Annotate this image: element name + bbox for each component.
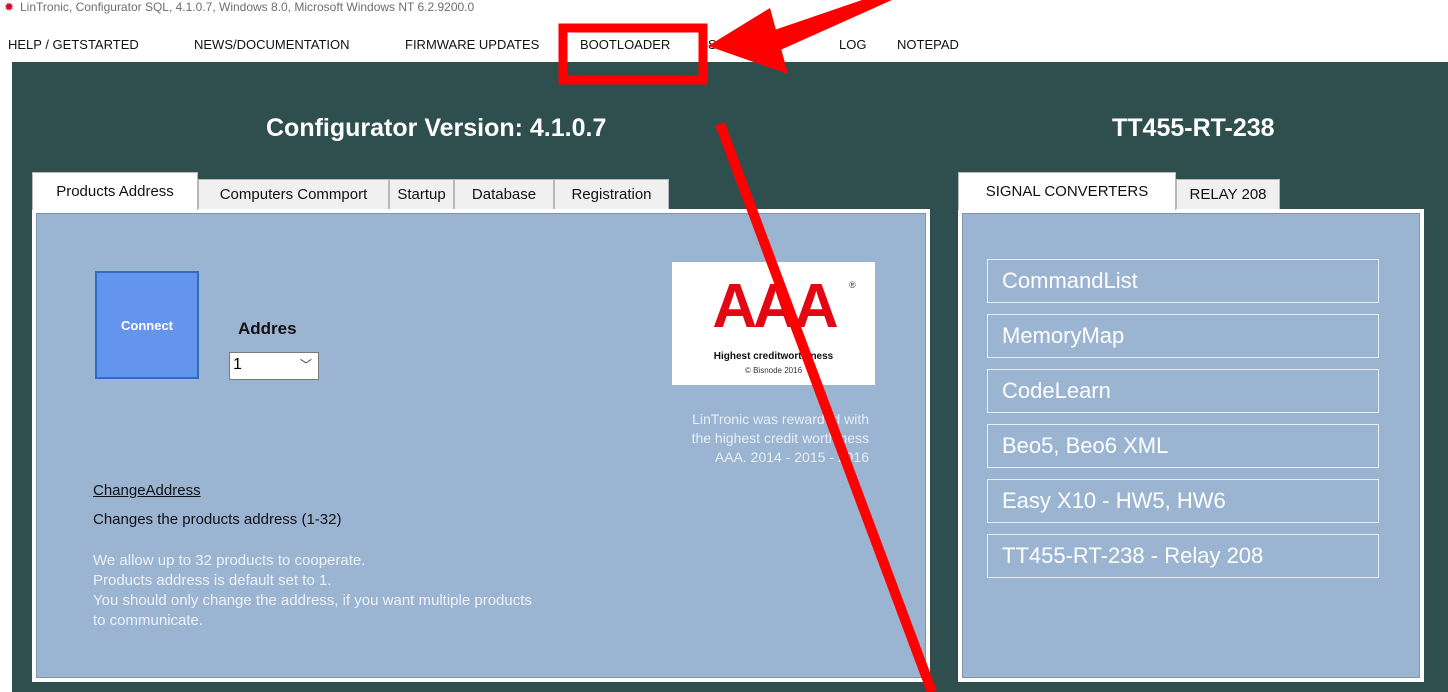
codelearn-button[interactable]: CodeLearn — [987, 369, 1379, 413]
aaa-rating-logo: AAA ® Highest creditworthiness © Bisnode… — [672, 262, 875, 385]
change-address-link[interactable]: ChangeAddress — [93, 482, 201, 499]
connect-button[interactable]: Connect — [95, 271, 199, 379]
registered-mark: ® — [849, 280, 856, 290]
award-line: AAA. 2014 - 2015 - 2016 — [714, 449, 869, 465]
device-title-heading: TT455-RT-238 — [1112, 114, 1275, 142]
window-title: LinTronic, Configurator SQL, 4.1.0.7, Wi… — [20, 0, 475, 14]
beo5-beo6-xml-button[interactable]: Beo5, Beo6 XML — [987, 424, 1379, 468]
menu-notepad[interactable]: NOTEPAD — [897, 37, 959, 52]
menu-bar: HELP / GETSTARTED NEWS/DOCUMENTATION FIR… — [0, 34, 1448, 62]
tab-relay-208[interactable]: RELAY 208 — [1176, 179, 1280, 209]
aaa-caption: Highest creditworthiness — [713, 351, 834, 362]
easy-x10-button[interactable]: Easy X10 - HW5, HW6 — [987, 479, 1379, 523]
left-tab-strip: Products Address Computers Commport Star… — [32, 172, 692, 210]
tab-computers-commport[interactable]: Computers Commport — [198, 179, 389, 209]
tab-database[interactable]: Database — [454, 179, 554, 209]
info-line: We allow up to 32 products to cooperate. — [93, 552, 366, 569]
addres-label: Addres — [238, 319, 297, 338]
memorymap-button[interactable]: MemoryMap — [987, 314, 1379, 358]
chevron-down-icon: ﹀ — [299, 358, 312, 372]
menu-log[interactable]: LOG — [839, 37, 866, 52]
address-info-text: We allow up to 32 products to cooperate.… — [93, 551, 532, 631]
signal-converters-panel: CommandList MemoryMap CodeLearn Beo5, Be… — [958, 209, 1424, 682]
tt455-relay-208-button[interactable]: TT455-RT-238 - Relay 208 — [987, 534, 1379, 578]
right-tab-strip: SIGNAL CONVERTERS RELAY 208 — [958, 172, 1298, 210]
menu-sampler[interactable]: SAMPLER — [708, 37, 770, 52]
tab-registration[interactable]: Registration — [554, 179, 669, 209]
award-line: LinTronic was rewarded with — [692, 411, 869, 427]
tab-products-address[interactable]: Products Address — [32, 172, 198, 210]
title-bar: ✹ LinTronic, Configurator SQL, 4.1.0.7, … — [0, 0, 1448, 34]
products-address-panel: Connect Addres 1 ﹀ AAA ® Highest creditw… — [32, 209, 930, 682]
award-text: LinTronic was rewarded with the highest … — [589, 410, 869, 467]
commandlist-button[interactable]: CommandList — [987, 259, 1379, 303]
tab-signal-converters[interactable]: SIGNAL CONVERTERS — [958, 172, 1176, 210]
aaa-logo-letters: AAA — [712, 272, 838, 341]
addres-select[interactable]: 1 ﹀ — [229, 352, 319, 380]
tab-startup[interactable]: Startup — [389, 179, 454, 209]
menu-bootloader[interactable]: BOOTLOADER — [580, 37, 670, 52]
info-line: Products address is default set to 1. — [93, 572, 332, 589]
products-address-content: Connect Addres 1 ﹀ AAA ® Highest creditw… — [36, 213, 926, 678]
signal-converters-content: CommandList MemoryMap CodeLearn Beo5, Be… — [962, 213, 1420, 678]
addres-value: 1 — [233, 356, 242, 373]
change-address-description: Changes the products address (1-32) — [93, 511, 342, 528]
menu-firmware-updates[interactable]: FIRMWARE UPDATES — [405, 37, 539, 52]
aaa-credit: © Bisnode 2016 — [744, 366, 803, 375]
main-area: Configurator Version: 4.1.0.7 TT455-RT-2… — [12, 62, 1448, 692]
info-line: to communicate. — [93, 612, 204, 629]
configurator-version-heading: Configurator Version: 4.1.0.7 — [266, 114, 607, 142]
info-line: You should only change the address, if y… — [93, 592, 532, 609]
app-icon: ✹ — [4, 0, 15, 14]
award-line: the highest credit worthiness — [691, 430, 869, 446]
menu-news-documentation[interactable]: NEWS/DOCUMENTATION — [194, 37, 350, 52]
menu-help-getstarted[interactable]: HELP / GETSTARTED — [8, 37, 139, 52]
